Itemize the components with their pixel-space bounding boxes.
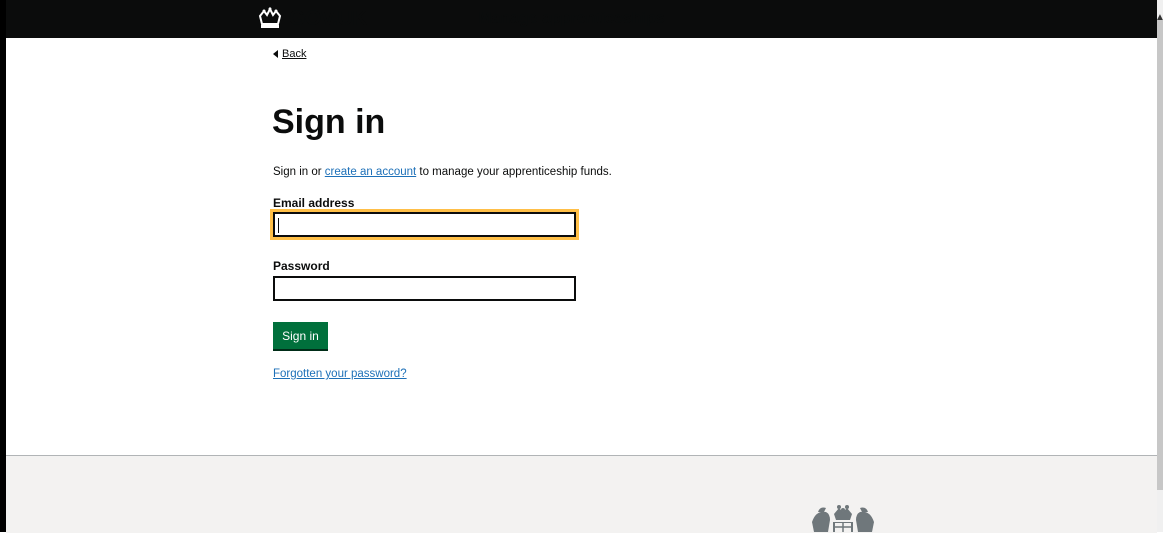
password-field[interactable] (273, 276, 576, 301)
back-arrow-icon (273, 50, 278, 59)
scroll-up-icon[interactable]: ▲ (1155, 12, 1163, 23)
forgot-password-link[interactable]: Forgotten your password? (273, 368, 407, 380)
create-account-link[interactable]: create an account (325, 166, 416, 178)
royal-coat-of-arms-icon (812, 505, 874, 532)
email-field[interactable] (270, 209, 579, 240)
govuk-logo-link[interactable]: GOV.UK (289, 7, 367, 31)
page-title: Sign in (272, 103, 386, 141)
window-frame-left (0, 0, 6, 532)
email-label: Email address (273, 196, 355, 210)
intro-text-before: Sign in or (273, 166, 325, 178)
govuk-footer (6, 455, 1157, 533)
password-label: Password (273, 259, 330, 273)
service-name-link[interactable]: Manage apprenticeships (478, 10, 665, 28)
sign-in-button[interactable]: Sign in (273, 322, 328, 349)
text-caret (278, 218, 279, 233)
crown-icon (258, 7, 282, 28)
back-link-label: Back (282, 48, 307, 60)
intro-text: Sign in or create an account to manage y… (273, 166, 612, 178)
back-link[interactable]: Back (273, 48, 306, 60)
intro-text-after: to manage your apprenticeship funds. (416, 166, 612, 178)
scrollbar-thumb[interactable] (1157, 20, 1163, 490)
